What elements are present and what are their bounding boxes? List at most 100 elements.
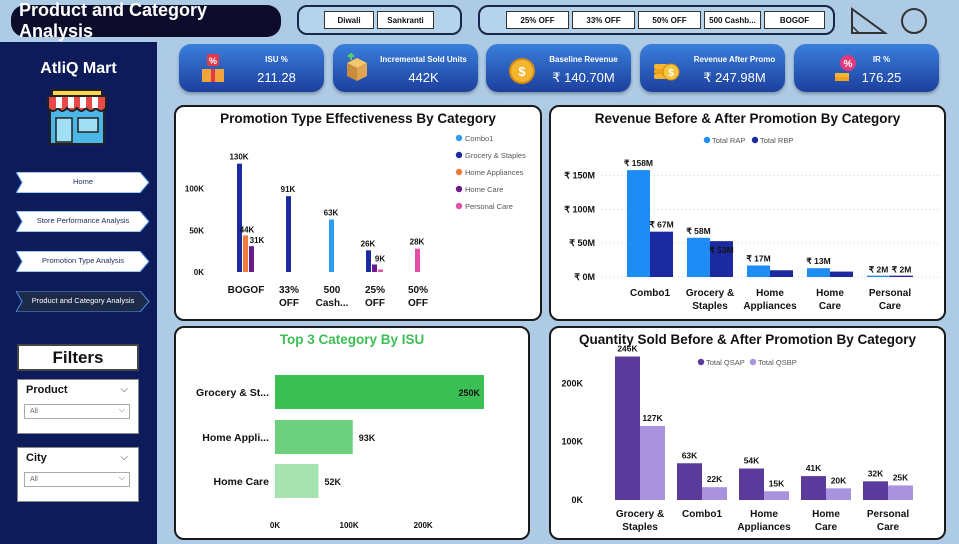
bar bbox=[366, 250, 371, 272]
x-tick-label: 25% bbox=[365, 285, 385, 296]
nav-label: Product and Category Analysis bbox=[31, 296, 135, 305]
nav-home[interactable]: Home bbox=[16, 172, 150, 193]
x-tick-label: 0K bbox=[270, 521, 280, 530]
data-label: 28K bbox=[410, 238, 425, 247]
x-tick-label: 500 bbox=[324, 285, 341, 296]
promotion-effectiveness-chart: 0K 50K 100K 130K 44K 31K BOGOF 91K 33% OFF 63K 500 C… bbox=[185, 134, 526, 309]
reset-circle-icon[interactable] bbox=[899, 6, 931, 36]
bar bbox=[677, 463, 702, 500]
legend-label: Personal Care bbox=[465, 202, 513, 211]
data-label: ₹ 17M bbox=[746, 254, 770, 264]
bar bbox=[243, 235, 248, 272]
top3-isu-panel: Top 3 Category By ISU 0K 100K 200K Grocery … bbox=[174, 326, 530, 540]
y-tick-label: ₹ 100M bbox=[564, 204, 595, 214]
revenue-before-after-chart: Total RAP Total RBP ₹ 0M ₹ 50M ₹ 100M ₹ 150M ₹… bbox=[564, 136, 939, 312]
x-tick-label: Home bbox=[756, 288, 784, 299]
kpi-label: ISU % bbox=[265, 55, 288, 64]
quantity-before-after-chart: Total QSAP Total QSBP 0K 100K 200K 246K 127K Gr… bbox=[561, 344, 913, 533]
x-tick-label: OFF bbox=[365, 298, 385, 309]
legend-marker bbox=[751, 136, 759, 144]
quantity-before-after-panel: Quantity Sold Before & After Promotion B… bbox=[549, 326, 946, 540]
nav-promotion-type[interactable]: Promotion Type Analysis bbox=[16, 251, 150, 272]
filters-heading: Filters bbox=[17, 344, 139, 371]
data-label: 25K bbox=[893, 472, 909, 482]
legend-marker bbox=[455, 202, 463, 210]
data-label: 9K bbox=[375, 255, 385, 264]
legend-label: Total RAP bbox=[712, 136, 745, 145]
x-tick-label: 200K bbox=[414, 521, 433, 530]
x-tick-label: Grocery & bbox=[616, 509, 664, 520]
x-tick-label: 50% bbox=[408, 285, 428, 296]
bar bbox=[650, 231, 673, 277]
data-label: 93K bbox=[359, 433, 376, 443]
promotion-effectiveness-panel: Promotion Type Effectiveness By Category… bbox=[174, 105, 542, 321]
x-tick-label: Appliances bbox=[737, 522, 791, 533]
product-dropdown[interactable]: All ⌵ bbox=[24, 404, 130, 419]
legend-label: Home Appliances bbox=[465, 168, 524, 177]
bar bbox=[747, 265, 770, 277]
product-filter[interactable]: Product ⌵ All ⌵ bbox=[17, 379, 139, 434]
data-label: 22K bbox=[707, 474, 723, 484]
data-label: 32K bbox=[868, 468, 884, 478]
kpi-value: 176.25 bbox=[861, 70, 902, 85]
y-tick-label: 200K bbox=[561, 378, 583, 388]
city-filter[interactable]: City ⌵ All ⌵ bbox=[17, 447, 139, 502]
data-label: 31K bbox=[250, 236, 265, 245]
x-tick-label: Staples bbox=[622, 522, 658, 533]
legend-marker bbox=[455, 185, 463, 193]
x-tick-label: BOGOF bbox=[228, 285, 265, 296]
data-label: ₹ 67M bbox=[649, 220, 673, 230]
kpi-isu-percent: % ISU % 211.28 bbox=[179, 44, 324, 92]
promo-option-50-off[interactable]: 50% OFF bbox=[638, 11, 701, 29]
city-dropdown[interactable]: All ⌵ bbox=[24, 472, 130, 487]
dropdown-value: All bbox=[30, 408, 38, 415]
festival-slicer: Diwali Sankranti bbox=[297, 5, 462, 35]
chevron-down-icon: ⌵ bbox=[118, 473, 125, 482]
x-tick-label: Combo1 bbox=[682, 509, 722, 520]
x-tick-label: Combo1 bbox=[630, 288, 670, 299]
bar bbox=[415, 248, 420, 272]
promo-option-33-off[interactable]: 33% OFF bbox=[572, 11, 635, 29]
promo-option-500-cashback[interactable]: 500 Cashb... bbox=[704, 11, 761, 29]
page-title: Product and Category Analysis bbox=[11, 0, 281, 41]
promo-option-25-off[interactable]: 25% OFF bbox=[506, 11, 569, 29]
eraser-icon[interactable] bbox=[849, 6, 889, 36]
legend-marker bbox=[697, 358, 705, 366]
bar bbox=[739, 468, 764, 500]
kpi-baseline-revenue: $ Baseline Revenue ₹ 140.70M bbox=[486, 44, 631, 92]
y-tick-label: Home Care bbox=[214, 476, 270, 488]
data-label: 250K bbox=[458, 388, 480, 398]
festival-option-diwali[interactable]: Diwali bbox=[324, 11, 374, 29]
dropdown-value: All bbox=[30, 476, 38, 483]
x-tick-label: Home bbox=[812, 509, 840, 520]
x-tick-label: Home bbox=[750, 509, 778, 520]
bar bbox=[687, 237, 710, 277]
chevron-down-icon[interactable]: ⌵ bbox=[120, 452, 128, 463]
festival-option-sankranti[interactable]: Sankranti bbox=[377, 11, 434, 29]
bar bbox=[890, 275, 913, 277]
nav-store-performance[interactable]: Store Performance Analysis bbox=[16, 211, 150, 232]
kpi-label: Baseline Revenue bbox=[549, 55, 618, 64]
bar bbox=[275, 420, 353, 454]
y-tick-label: 0K bbox=[194, 268, 204, 277]
bar bbox=[329, 219, 334, 272]
data-label: ₹ 158M bbox=[624, 158, 653, 168]
data-label: 52K bbox=[324, 477, 341, 487]
data-label: 91K bbox=[281, 185, 296, 194]
data-label: ₹ 58M bbox=[686, 226, 710, 236]
bar bbox=[249, 246, 254, 272]
bar bbox=[286, 196, 291, 272]
bar bbox=[372, 264, 377, 272]
kpi-label: IR % bbox=[872, 55, 891, 64]
y-tick-label: ₹ 0M bbox=[574, 272, 595, 282]
promo-option-bogof[interactable]: BOGOF bbox=[764, 11, 825, 29]
x-tick-label: Care bbox=[879, 301, 902, 312]
bar bbox=[640, 425, 665, 500]
nav-product-category[interactable]: Product and Category Analysis bbox=[16, 291, 150, 312]
chevron-down-icon: ⌵ bbox=[118, 405, 125, 414]
chevron-down-icon[interactable]: ⌵ bbox=[120, 384, 128, 395]
kpi-value: 442K bbox=[408, 70, 439, 85]
legend-label: Combo1 bbox=[465, 134, 493, 143]
x-tick-label: 100K bbox=[340, 521, 359, 530]
x-tick-label: Personal bbox=[869, 288, 911, 299]
